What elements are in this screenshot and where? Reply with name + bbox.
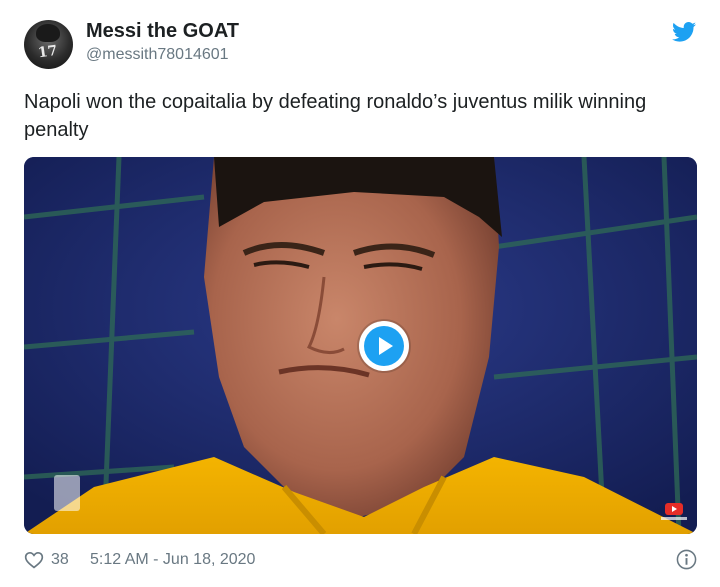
display-name[interactable]: Messi the GOAT <box>86 20 239 43</box>
youtube-play-mark <box>665 503 683 515</box>
like-count[interactable]: 38 <box>51 551 69 569</box>
heart-icon[interactable] <box>24 550 44 569</box>
tweet-timestamp[interactable]: 5:12 AM - Jun 18, 2020 <box>90 551 255 569</box>
avatar-hair <box>36 24 60 42</box>
video-thumbnail[interactable] <box>24 157 697 534</box>
avatar-jersey-number: 17 <box>36 42 59 62</box>
twitter-bird-icon[interactable] <box>672 22 696 42</box>
tweet-text: Napoli won the copaitalia by defeating r… <box>24 91 647 141</box>
play-button-circle <box>364 326 404 366</box>
user-handle[interactable]: @messith78014601 <box>86 46 229 64</box>
tweet-footer: 38 5:12 AM - Jun 18, 2020 <box>24 549 697 571</box>
competition-cup-logo <box>54 475 80 511</box>
play-icon <box>379 337 393 355</box>
youtube-wordmark <box>661 517 687 520</box>
play-button[interactable] <box>359 321 409 371</box>
avatar[interactable]: 17 <box>24 20 73 69</box>
info-icon[interactable] <box>676 549 697 570</box>
youtube-logo <box>661 503 687 521</box>
embedded-tweet: 17 Messi the GOAT @messith78014601 Napol… <box>0 0 720 587</box>
